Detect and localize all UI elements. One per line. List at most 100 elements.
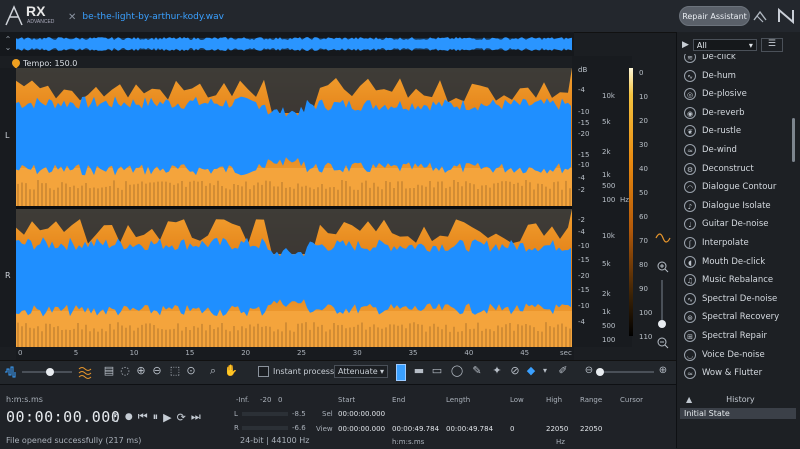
- instant-process-label: Instant process: [273, 367, 335, 376]
- comment-icon[interactable]: ◌: [118, 364, 132, 378]
- instant-process-checkbox[interactable]: [258, 366, 269, 377]
- view-end-value[interactable]: 00:00:49.784: [392, 425, 439, 433]
- module-item[interactable]: ♫ Music Rebalance: [678, 271, 788, 289]
- module-item[interactable]: ◖ Mouth De-click: [678, 253, 788, 271]
- headphones-icon[interactable]: ♫: [110, 411, 120, 424]
- module-item[interactable]: ʃ Interpolate: [678, 234, 788, 252]
- harmonic-selection-icon[interactable]: ⊘: [508, 364, 522, 378]
- instant-process-toggle[interactable]: Instant process: [258, 366, 334, 377]
- time-tick-label: 45: [520, 349, 530, 357]
- zoom-out-icon[interactable]: [657, 337, 669, 349]
- module-item[interactable]: ◡ Voice De-noise: [678, 346, 788, 364]
- module-item[interactable]: ♩ Guitar De-noise: [678, 215, 788, 233]
- zoom-in-time-icon[interactable]: ⊕: [134, 364, 148, 378]
- time-tick-label: 25: [297, 349, 306, 357]
- file-tab-label: be-the-light-by-arthur-kody.wav: [82, 12, 224, 22]
- module-item[interactable]: ⊞ Spectral Repair: [678, 327, 788, 345]
- module-list: ≋ De-click ∿ De-hum ◎ De-plosive ◉ De-reverb ❦ De…: [678, 54, 788, 386]
- hand-tool-icon[interactable]: ✋: [224, 364, 238, 378]
- module-item[interactable]: ❦ De-rustle: [678, 122, 788, 140]
- db-tick-label: -2: [578, 216, 585, 224]
- tempo-marker[interactable]: Tempo: 150.0: [10, 57, 77, 69]
- lasso-tool-icon[interactable]: ◯: [450, 364, 464, 378]
- module-item[interactable]: ⚙ Deconstruct: [678, 160, 788, 178]
- zoom-tool-icon[interactable]: ⌕: [206, 364, 220, 378]
- zoom-selection-icon[interactable]: ⬚: [168, 364, 182, 378]
- pause-button[interactable]: ⏸: [153, 410, 159, 424]
- color-scale-tick: 50: [639, 189, 648, 197]
- markers-icon[interactable]: ▤: [102, 364, 116, 378]
- opacity-slider[interactable]: [22, 368, 72, 376]
- module-filter-select[interactable]: All ▾: [692, 39, 757, 51]
- repair-assistant-button[interactable]: Repair Assistant: [679, 6, 750, 26]
- record-button[interactable]: ●: [125, 412, 133, 422]
- module-item[interactable]: ⊛ Spectral Recovery: [678, 308, 788, 326]
- color-scale-tick: 0: [639, 69, 644, 77]
- file-tab[interactable]: ✕ be-the-light-by-arthur-kody.wav: [68, 8, 224, 26]
- wow-flutter-icon: ≈: [684, 367, 696, 380]
- time-ruler[interactable]: 0 5 10 15 20 25 30 35 40 45 sec: [16, 347, 574, 360]
- view-length-value[interactable]: 00:00:49.784: [446, 425, 493, 433]
- preview-play-icon[interactable]: ▶: [682, 40, 689, 50]
- zoom-in-icon[interactable]: [657, 261, 669, 273]
- history-collapse-icon[interactable]: ▲: [686, 395, 692, 404]
- close-tab-icon[interactable]: ✕: [68, 12, 76, 23]
- horizontal-zoom-slider[interactable]: [596, 368, 654, 376]
- vertical-zoom-slider[interactable]: [658, 280, 666, 328]
- spectral-brush-icon[interactable]: ◆: [524, 364, 538, 378]
- pencil-tool-icon[interactable]: ✐: [556, 364, 570, 378]
- voice-de-noise-icon: ◡: [684, 348, 696, 361]
- return-to-start-button[interactable]: ⏭: [191, 410, 201, 424]
- tool-options-chevron-icon[interactable]: ▾: [538, 364, 552, 378]
- signal-chain-icon[interactable]: [752, 8, 768, 24]
- module-label: Interpolate: [702, 238, 749, 248]
- spectrogram-view[interactable]: [16, 68, 572, 347]
- time-tick-label: 35: [408, 349, 418, 357]
- db-tick-label: -4: [578, 318, 585, 326]
- play-button[interactable]: ▶: [163, 411, 171, 424]
- sel-start-value[interactable]: 00:00:00.000: [338, 410, 385, 418]
- brush-tool-icon[interactable]: ✎: [470, 364, 484, 378]
- module-label: Dialogue Contour: [702, 182, 777, 193]
- module-item[interactable]: ∿ De-hum: [678, 67, 788, 85]
- module-item[interactable]: ∿ Spectral De-noise: [678, 290, 788, 308]
- zoom-fit-icon[interactable]: ⊙: [184, 364, 198, 378]
- db-tick-label: -20: [578, 272, 590, 280]
- module-list-scrollbar[interactable]: [792, 118, 795, 162]
- waveform-toggle-icon[interactable]: [655, 233, 671, 243]
- time-selection-tool-icon[interactable]: [396, 364, 406, 381]
- color-scale-tick: 20: [639, 117, 648, 125]
- view-high-value[interactable]: 22050: [546, 425, 568, 433]
- module-item[interactable]: ≈ De-wind: [678, 141, 788, 159]
- module-item[interactable]: ≋ De-click: [678, 54, 788, 66]
- play-selection-button[interactable]: ⏮: [138, 410, 148, 424]
- module-item[interactable]: ≈ Wow & Flutter: [678, 364, 788, 382]
- instant-process-mode-select[interactable]: Attenuate ▾: [334, 365, 388, 378]
- module-menu-button[interactable]: ☰: [760, 38, 783, 52]
- tempo-pin-icon: [10, 57, 22, 69]
- collapse-overview-icon[interactable]: ⌃ ⌄: [2, 36, 14, 52]
- view-range-value[interactable]: 22050: [580, 425, 602, 433]
- time-format-select[interactable]: h:m:s.ms: [6, 395, 43, 404]
- horizontal-zoom-in-icon[interactable]: ⊕: [656, 364, 670, 378]
- view-low-value[interactable]: 0: [510, 425, 514, 433]
- time-tick-label: 10: [129, 349, 139, 357]
- module-item[interactable]: ◎ De-plosive: [678, 85, 788, 103]
- history-item[interactable]: Initial State: [680, 408, 796, 419]
- module-item[interactable]: ♪ Dialogue Isolate: [678, 197, 788, 215]
- horizontal-zoom-out-icon[interactable]: ⊖: [582, 364, 596, 378]
- module-item[interactable]: ◉ De-reverb: [678, 104, 788, 122]
- view-start-value[interactable]: 00:00:00.000: [338, 425, 385, 433]
- spectrogram-view-icon[interactable]: [78, 365, 94, 379]
- module-item[interactable]: ◠ Dialogue Contour: [678, 178, 788, 196]
- deconstruct-icon: ⚙: [684, 162, 696, 175]
- zoom-out-time-icon[interactable]: ⊖: [150, 364, 164, 378]
- color-scale-tick: 90: [639, 285, 648, 293]
- end-header: End: [392, 396, 406, 404]
- time-frequency-selection-icon[interactable]: ▭: [430, 364, 444, 378]
- loop-button[interactable]: ⟳: [177, 411, 186, 424]
- color-bar: [629, 68, 633, 336]
- magic-wand-icon[interactable]: ✦: [490, 364, 504, 378]
- waveform-view-icon[interactable]: [4, 366, 18, 378]
- frequency-selection-tool-icon[interactable]: ▬: [412, 364, 426, 378]
